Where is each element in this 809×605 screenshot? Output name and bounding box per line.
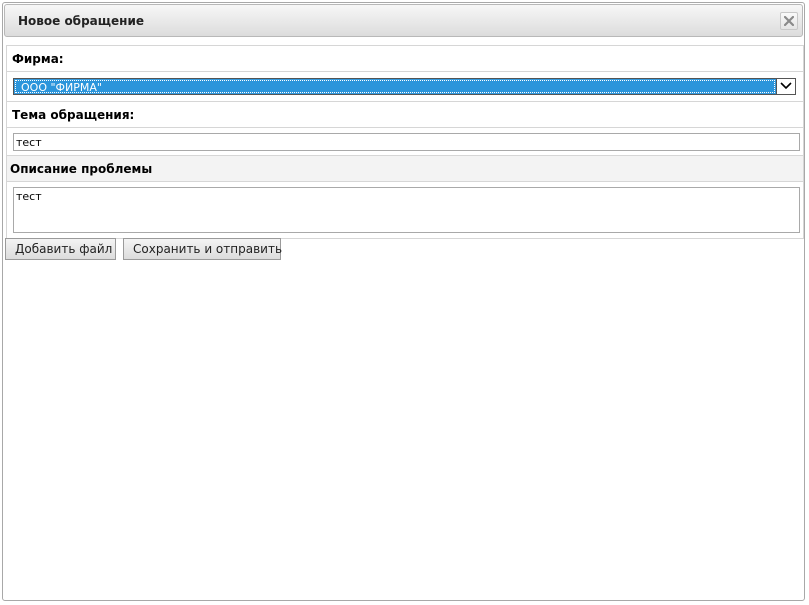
select-dropdown-button[interactable] [776,79,795,94]
chevron-down-icon [780,82,792,90]
subject-label: Тема обращения: [7,102,803,128]
close-button[interactable] [780,12,798,30]
request-form: Фирма: ООО "ФИРМА" Тема обращения: Описа… [6,45,804,239]
description-textarea[interactable]: тест [13,187,800,233]
dialog-titlebar[interactable]: Новое обращение [4,4,803,37]
description-row: тест [7,182,803,238]
description-label: Описание проблемы [7,156,803,182]
add-file-button[interactable]: Добавить файл [5,238,116,260]
save-and-send-button[interactable]: Сохранить и отправить [123,238,282,260]
new-request-dialog: Новое обращение Фирма: ООО "ФИРМА" Тема … [2,2,805,601]
dialog-title: Новое обращение [18,14,144,28]
subject-input[interactable] [13,133,800,151]
firm-row: ООО "ФИРМА" [7,72,803,102]
firm-label: Фирма: [7,46,803,72]
subject-row [7,128,803,156]
close-icon [784,16,794,26]
firm-select-value: ООО "ФИРМА" [15,80,775,94]
firm-select[interactable]: ООО "ФИРМА" [13,78,796,95]
